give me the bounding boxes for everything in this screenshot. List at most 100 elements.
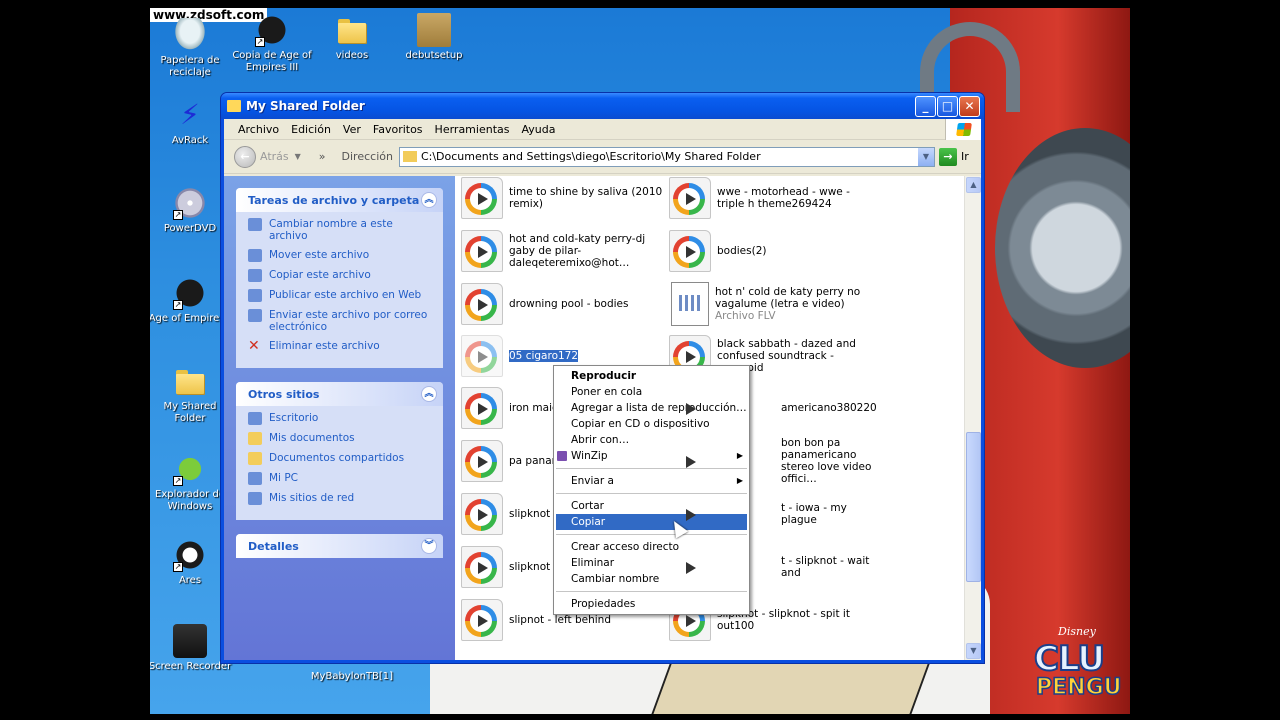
media-file-icon (461, 283, 503, 325)
back-arrow-icon: ← (234, 145, 256, 168)
other-places-header[interactable]: Otros sitios ︽ (236, 382, 443, 406)
folder-icon (248, 432, 262, 445)
age-of-empires-icon: ↗ (173, 276, 207, 310)
place-network[interactable]: Mis sitios de red (248, 492, 433, 505)
folder-icon (248, 452, 262, 465)
go-button[interactable]: → Ir (938, 147, 969, 166)
address-value: C:\Documents and Settings\diego\Escritor… (420, 150, 761, 163)
media-file-icon (461, 387, 503, 429)
desktop-icon-aoe-copy[interactable]: ↗ Copia de Age of Empires III (229, 13, 315, 74)
flv-file-icon (671, 282, 709, 326)
menu-ayuda[interactable]: Ayuda (515, 123, 561, 136)
menu-archivo[interactable]: Archivo (232, 123, 285, 136)
collapse-icon[interactable]: ︽ (421, 386, 437, 402)
folder-icon (227, 100, 241, 112)
copy-icon (248, 269, 262, 282)
place-desktop[interactable]: Escritorio (248, 412, 433, 425)
place-my-documents[interactable]: Mis documentos (248, 432, 433, 445)
media-file-icon (461, 177, 503, 219)
menu-item-create-shortcut[interactable]: Crear acceso directo (554, 539, 749, 555)
close-button[interactable]: ✕ (959, 96, 980, 117)
desktop-icon-recycle-bin[interactable]: Papelera de reciclaje (150, 18, 233, 79)
go-arrow-icon: → (938, 147, 957, 166)
menu-herramientas[interactable]: Herramientas (429, 123, 516, 136)
desktop-icon-debutsetup[interactable]: debutsetup (391, 13, 477, 62)
move-icon (248, 249, 262, 262)
menu-item-queue[interactable]: Poner en cola (554, 384, 749, 400)
minimize-button[interactable]: _ (915, 96, 936, 117)
media-file-icon (461, 599, 503, 641)
menu-bar: Archivo Edición Ver Favoritos Herramient… (224, 119, 981, 140)
file-item[interactable]: wwe - motorhead - wwe - triple h theme26… (669, 176, 874, 222)
menu-item-cut[interactable]: Cortar (554, 498, 749, 514)
computer-icon (248, 472, 262, 485)
task-delete[interactable]: ✕ Eliminar este archivo (248, 338, 433, 354)
menu-item-properties[interactable]: Propiedades (554, 596, 749, 612)
chevron-down-icon[interactable]: ▼ (917, 147, 934, 166)
media-file-icon (669, 177, 711, 219)
menu-item-copy[interactable]: Copiar (556, 514, 747, 530)
explorer-icon: ↗ (173, 452, 207, 486)
scroll-down-icon[interactable]: ▼ (966, 643, 981, 659)
file-item[interactable]: drowning pool - bodies (461, 280, 666, 328)
ares-icon: ↗ (173, 538, 207, 572)
title-bar[interactable]: My Shared Folder (221, 93, 984, 119)
task-publish[interactable]: Publicar este archivo en Web (248, 289, 433, 302)
menu-item-copy-cd[interactable]: Copiar en CD o dispositivo (554, 416, 749, 432)
menu-item-delete[interactable]: Eliminar (554, 555, 749, 571)
submenu-arrow-icon: ▶ (736, 451, 743, 460)
menu-separator (556, 591, 747, 592)
menu-item-send-to[interactable]: Enviar a ▶ (554, 473, 749, 489)
address-label: Dirección (341, 150, 393, 163)
file-tasks-panel: Tareas de archivo y carpeta ︽ Cambiar no… (236, 188, 443, 368)
menu-item-winzip[interactable]: WinZip ▶ (554, 448, 749, 464)
context-menu: Reproducir Poner en cola Agregar a lista… (553, 365, 750, 615)
task-copy[interactable]: Copiar este archivo (248, 269, 433, 282)
details-header[interactable]: Detalles ︾ (236, 534, 443, 558)
scroll-up-icon[interactable]: ▲ (966, 177, 981, 193)
desktop-icon-videos[interactable]: videos (309, 13, 395, 62)
file-item[interactable]: time to shine by saliva (2010 remix) (461, 176, 666, 222)
file-item[interactable]: bodies(2) (669, 227, 874, 275)
task-move[interactable]: Mover este archivo (248, 249, 433, 262)
menu-item-add-playlist[interactable]: Agregar a lista de reproducción… (554, 400, 749, 416)
menu-edicion[interactable]: Edición (285, 123, 337, 136)
media-file-icon (461, 230, 503, 272)
network-icon (248, 492, 262, 505)
place-shared-documents[interactable]: Documentos compartidos (248, 452, 433, 465)
menu-separator (556, 534, 747, 535)
toolbar: ← Atrás ▼ » Dirección C:\Documents and S… (224, 140, 981, 174)
collapse-icon[interactable]: ︽ (421, 192, 437, 208)
media-file-icon (461, 493, 503, 535)
toolbar-chevron-icon[interactable]: » (319, 150, 326, 163)
back-button[interactable]: ← Atrás ▼ (234, 145, 301, 168)
menu-item-rename[interactable]: Cambiar nombre (554, 571, 749, 587)
scroll-thumb[interactable] (966, 432, 981, 582)
delete-icon: ✕ (248, 338, 260, 354)
maximize-button[interactable]: □ (937, 96, 958, 117)
installer-box-icon (417, 13, 451, 47)
email-icon (248, 309, 262, 322)
club-penguin-logo: Disney CLU PENGU (1033, 625, 1122, 701)
media-file-icon (461, 546, 503, 588)
file-tasks-header[interactable]: Tareas de archivo y carpeta ︽ (236, 188, 443, 212)
folder-icon (335, 13, 369, 47)
windows-logo-icon (945, 119, 981, 140)
avrack-icon: ⚡ (180, 98, 200, 131)
menu-item-play[interactable]: Reproducir (554, 368, 749, 384)
menu-ver[interactable]: Ver (337, 123, 367, 136)
task-pane: Tareas de archivo y carpeta ︽ Cambiar no… (224, 176, 455, 660)
menu-item-open-with[interactable]: Abrir con… (554, 432, 749, 448)
task-email[interactable]: Enviar este archivo por correo electróni… (248, 309, 433, 333)
other-places-panel: Otros sitios ︽ Escritorio Mis documentos… (236, 382, 443, 520)
address-bar[interactable]: C:\Documents and Settings\diego\Escritor… (398, 146, 935, 167)
folder-icon (402, 151, 417, 162)
folder-icon (173, 364, 207, 398)
task-rename[interactable]: Cambiar nombre a este archivo (248, 218, 433, 242)
vertical-scrollbar[interactable]: ▲ ▼ (964, 176, 981, 660)
expand-icon[interactable]: ︾ (421, 538, 437, 554)
menu-favoritos[interactable]: Favoritos (367, 123, 429, 136)
file-item[interactable]: hot and cold-katy perry-dj gaby de pilar… (461, 227, 666, 275)
file-item[interactable]: hot n' cold de katy perry no vagalume (l… (669, 280, 874, 328)
place-my-pc[interactable]: Mi PC (248, 472, 433, 485)
